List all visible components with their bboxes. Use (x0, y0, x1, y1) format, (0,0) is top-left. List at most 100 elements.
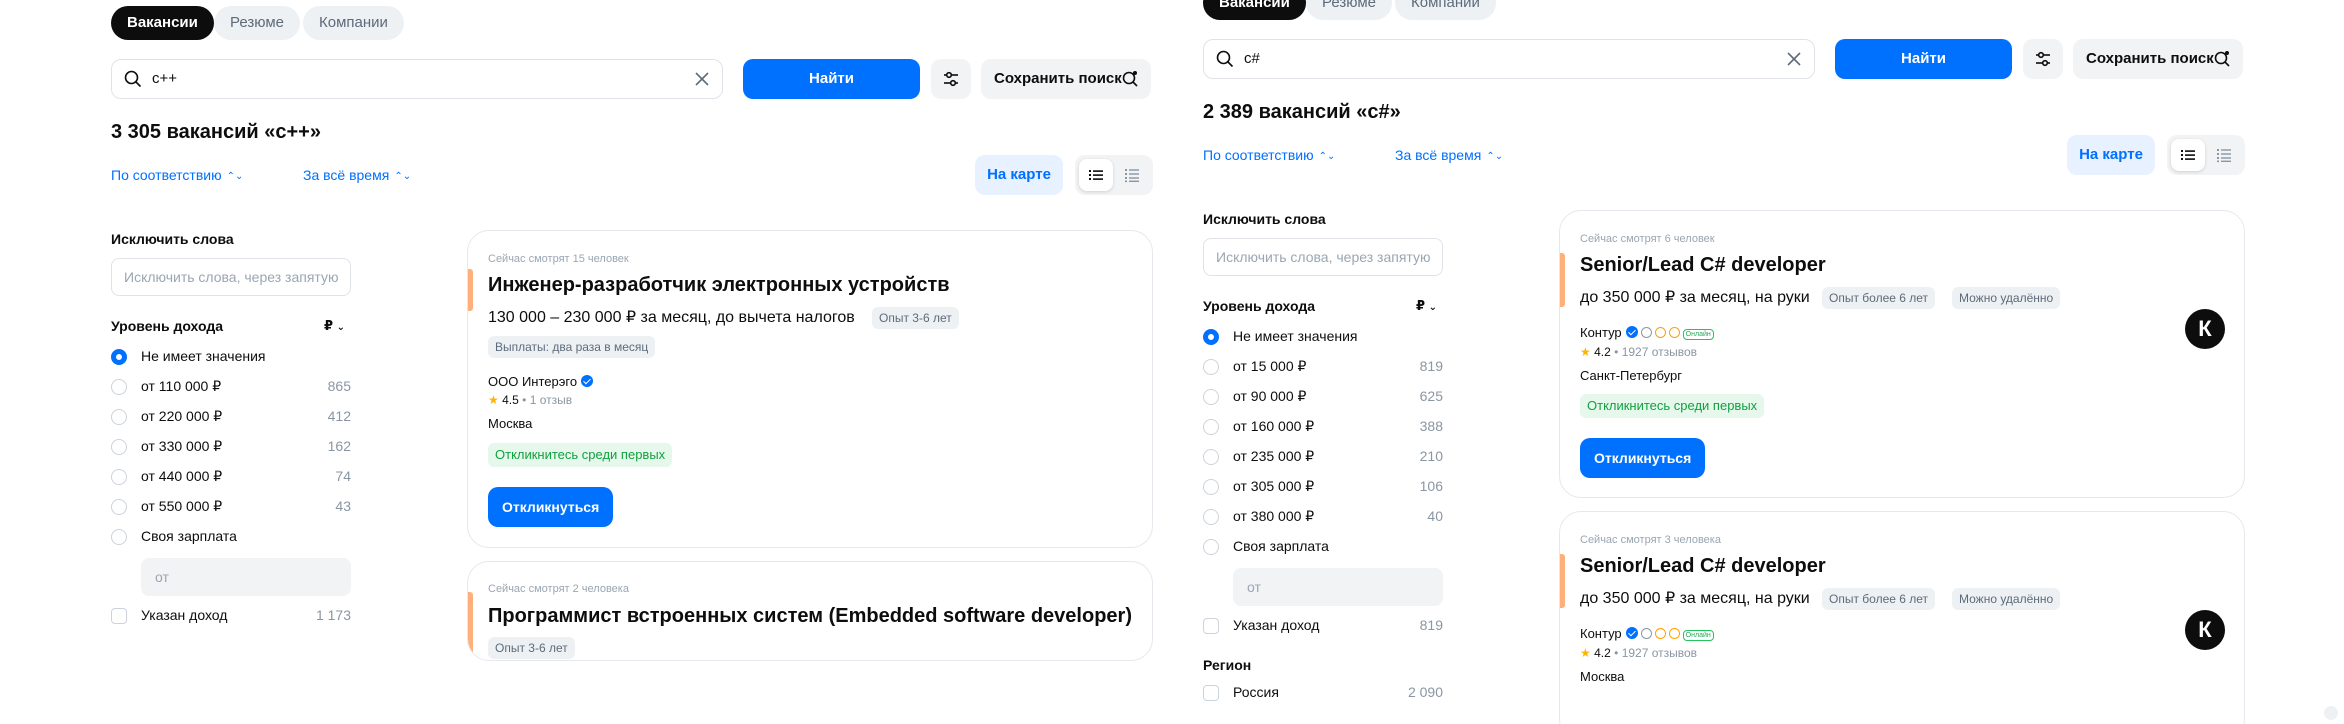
filters-button[interactable] (2023, 39, 2063, 79)
company-name-link[interactable]: Контур Онлайн (1580, 626, 1714, 641)
radio-button[interactable] (111, 439, 127, 455)
income-option[interactable]: от 160 000 ₽ 388 (1203, 416, 1443, 438)
medal-icon (1668, 327, 1680, 338)
compact-view-button[interactable] (2207, 139, 2241, 171)
income-option[interactable]: от 440 000 ₽ 74 (111, 466, 351, 488)
company-name-link[interactable]: Контур Онлайн (1580, 325, 1714, 340)
exclude-words-input[interactable]: Исключить слова, через запятую (1203, 238, 1443, 276)
viewers-count: Сейчас смотрят 6 человек (1580, 233, 1715, 245)
map-button[interactable]: На карте (975, 155, 1063, 195)
radio-button[interactable] (111, 409, 127, 425)
income-option[interactable]: от 330 000 ₽ 162 (111, 436, 351, 458)
respond-button[interactable]: Откликнуться (488, 487, 614, 527)
sort-relevance-dropdown[interactable]: По соответствию ⌃⌄ (111, 167, 243, 183)
income-specified-label: Указан доход (141, 607, 228, 623)
list-view-button[interactable] (2171, 139, 2205, 171)
company-name-link[interactable]: ООО Интерэго (488, 374, 594, 389)
company-logo[interactable]: К (2185, 610, 2225, 650)
vacancy-title-link[interactable]: Программист встроенных систем (Embedded … (488, 605, 1132, 628)
income-option[interactable]: Не имеет значения (1203, 326, 1443, 348)
company-name: ООО Интерэго (488, 374, 578, 389)
currency-dropdown[interactable]: ₽ ⌄ (324, 318, 345, 334)
medal-icon (1668, 628, 1680, 639)
sort-time-dropdown[interactable]: За всё время ⌃⌄ (1395, 147, 1503, 163)
sort-relevance-label: По соответствию (111, 167, 222, 183)
radio-button[interactable] (1203, 539, 1219, 555)
radio-button[interactable] (1203, 359, 1219, 375)
find-button[interactable]: Найти (743, 59, 920, 99)
income-specified-checkbox[interactable]: Указан доход 1 173 (111, 605, 351, 627)
income-option[interactable]: Не имеет значения (111, 346, 351, 368)
radio-button[interactable] (111, 499, 127, 515)
payouts-tag: Выплаты: два раза в месяц (488, 336, 656, 358)
vacancy-card[interactable]: Сейчас смотрят 3 человека Senior/Lead C#… (1559, 511, 2245, 724)
tab-resumes[interactable]: Резюме (1306, 0, 1392, 20)
radio-button[interactable] (1203, 449, 1219, 465)
radio-button[interactable] (1203, 329, 1219, 345)
income-option[interactable]: Своя зарплата (111, 526, 351, 548)
tab-vacancies[interactable]: Вакансии (111, 6, 214, 40)
checkbox[interactable] (1203, 685, 1219, 701)
radio-button[interactable] (1203, 389, 1219, 405)
vacancy-title-link[interactable]: Senior/Lead C# developer (1580, 555, 1826, 578)
income-option-label: от 160 000 ₽ (1233, 418, 1315, 434)
star-icon: ★ (1580, 345, 1591, 359)
income-specified-checkbox[interactable]: Указан доход 819 (1203, 615, 1443, 637)
income-option-label: Своя зарплата (1233, 538, 1329, 554)
save-search-button[interactable]: Сохранить поиск (2073, 39, 2243, 79)
radio-button[interactable] (1203, 509, 1219, 525)
checkbox[interactable] (111, 608, 127, 624)
company-logo[interactable]: К (2185, 309, 2225, 349)
vacancy-card[interactable]: Сейчас смотрят 2 человека Программист вс… (467, 561, 1153, 661)
verified-icon (1625, 326, 1638, 338)
filters-button[interactable] (931, 59, 971, 99)
region-option[interactable]: Россия 2 090 (1203, 682, 1443, 704)
company-rating: ★ 4.2 • 1927 отзывов (1580, 345, 1698, 359)
income-option[interactable]: от 220 000 ₽ 412 (111, 406, 351, 428)
income-option[interactable]: от 15 000 ₽ 819 (1203, 356, 1443, 378)
currency-dropdown[interactable]: ₽ ⌄ (1416, 298, 1437, 314)
income-option[interactable]: от 110 000 ₽ 865 (111, 376, 351, 398)
chevron-updown-icon: ⌃⌄ (1486, 150, 1504, 162)
map-button[interactable]: На карте (2067, 135, 2155, 175)
income-option[interactable]: от 305 000 ₽ 106 (1203, 476, 1443, 498)
scroll-up-icon[interactable] (2324, 706, 2338, 720)
radio-button[interactable] (111, 469, 127, 485)
checkbox[interactable] (1203, 618, 1219, 634)
income-option[interactable]: от 380 000 ₽ 40 (1203, 506, 1443, 528)
sort-time-label: За всё время (303, 167, 390, 183)
accreditation-icon (1640, 628, 1652, 639)
income-option[interactable]: от 235 000 ₽ 210 (1203, 446, 1443, 468)
income-option[interactable]: от 550 000 ₽ 43 (111, 496, 351, 518)
income-option[interactable]: от 90 000 ₽ 625 (1203, 386, 1443, 408)
tab-companies[interactable]: Компании (303, 6, 404, 40)
sort-time-dropdown[interactable]: За всё время ⌃⌄ (303, 167, 411, 183)
clear-icon[interactable] (1786, 51, 1802, 67)
income-option[interactable]: Своя зарплата (1203, 536, 1443, 558)
radio-button[interactable] (111, 379, 127, 395)
tab-companies[interactable]: Компании (1395, 0, 1496, 20)
vacancy-title-link[interactable]: Инженер-разработчик электронных устройст… (488, 274, 950, 297)
vacancy-card[interactable]: Сейчас смотрят 15 человек Инженер-разраб… (467, 230, 1153, 548)
own-salary-input[interactable]: от (1233, 568, 1443, 606)
region-title: Регион (1203, 657, 1252, 673)
tab-vacancies[interactable]: Вакансии (1203, 0, 1306, 20)
tab-resumes[interactable]: Резюме (214, 6, 300, 40)
clear-icon[interactable] (694, 71, 710, 87)
income-option-label: от 15 000 ₽ (1233, 358, 1307, 374)
vacancy-title-link[interactable]: Senior/Lead C# developer (1580, 254, 1826, 277)
respond-button[interactable]: Откликнуться (1580, 438, 1706, 478)
radio-button[interactable] (111, 529, 127, 545)
search-input[interactable]: c++ (111, 59, 723, 99)
radio-button[interactable] (1203, 479, 1219, 495)
radio-button[interactable] (1203, 419, 1219, 435)
sort-relevance-dropdown[interactable]: По соответствию ⌃⌄ (1203, 147, 1335, 163)
exclude-words-input[interactable]: Исключить слова, через запятую (111, 258, 351, 296)
radio-button[interactable] (111, 349, 127, 365)
own-salary-input[interactable]: от (141, 558, 351, 596)
search-input[interactable]: c# (1203, 39, 1815, 79)
find-button[interactable]: Найти (1835, 39, 2012, 79)
card-accent (468, 269, 473, 311)
chevron-down-icon: ⌄ (1428, 302, 1438, 313)
vacancy-card[interactable]: Сейчас смотрят 6 человек Senior/Lead C# … (1559, 210, 2245, 498)
